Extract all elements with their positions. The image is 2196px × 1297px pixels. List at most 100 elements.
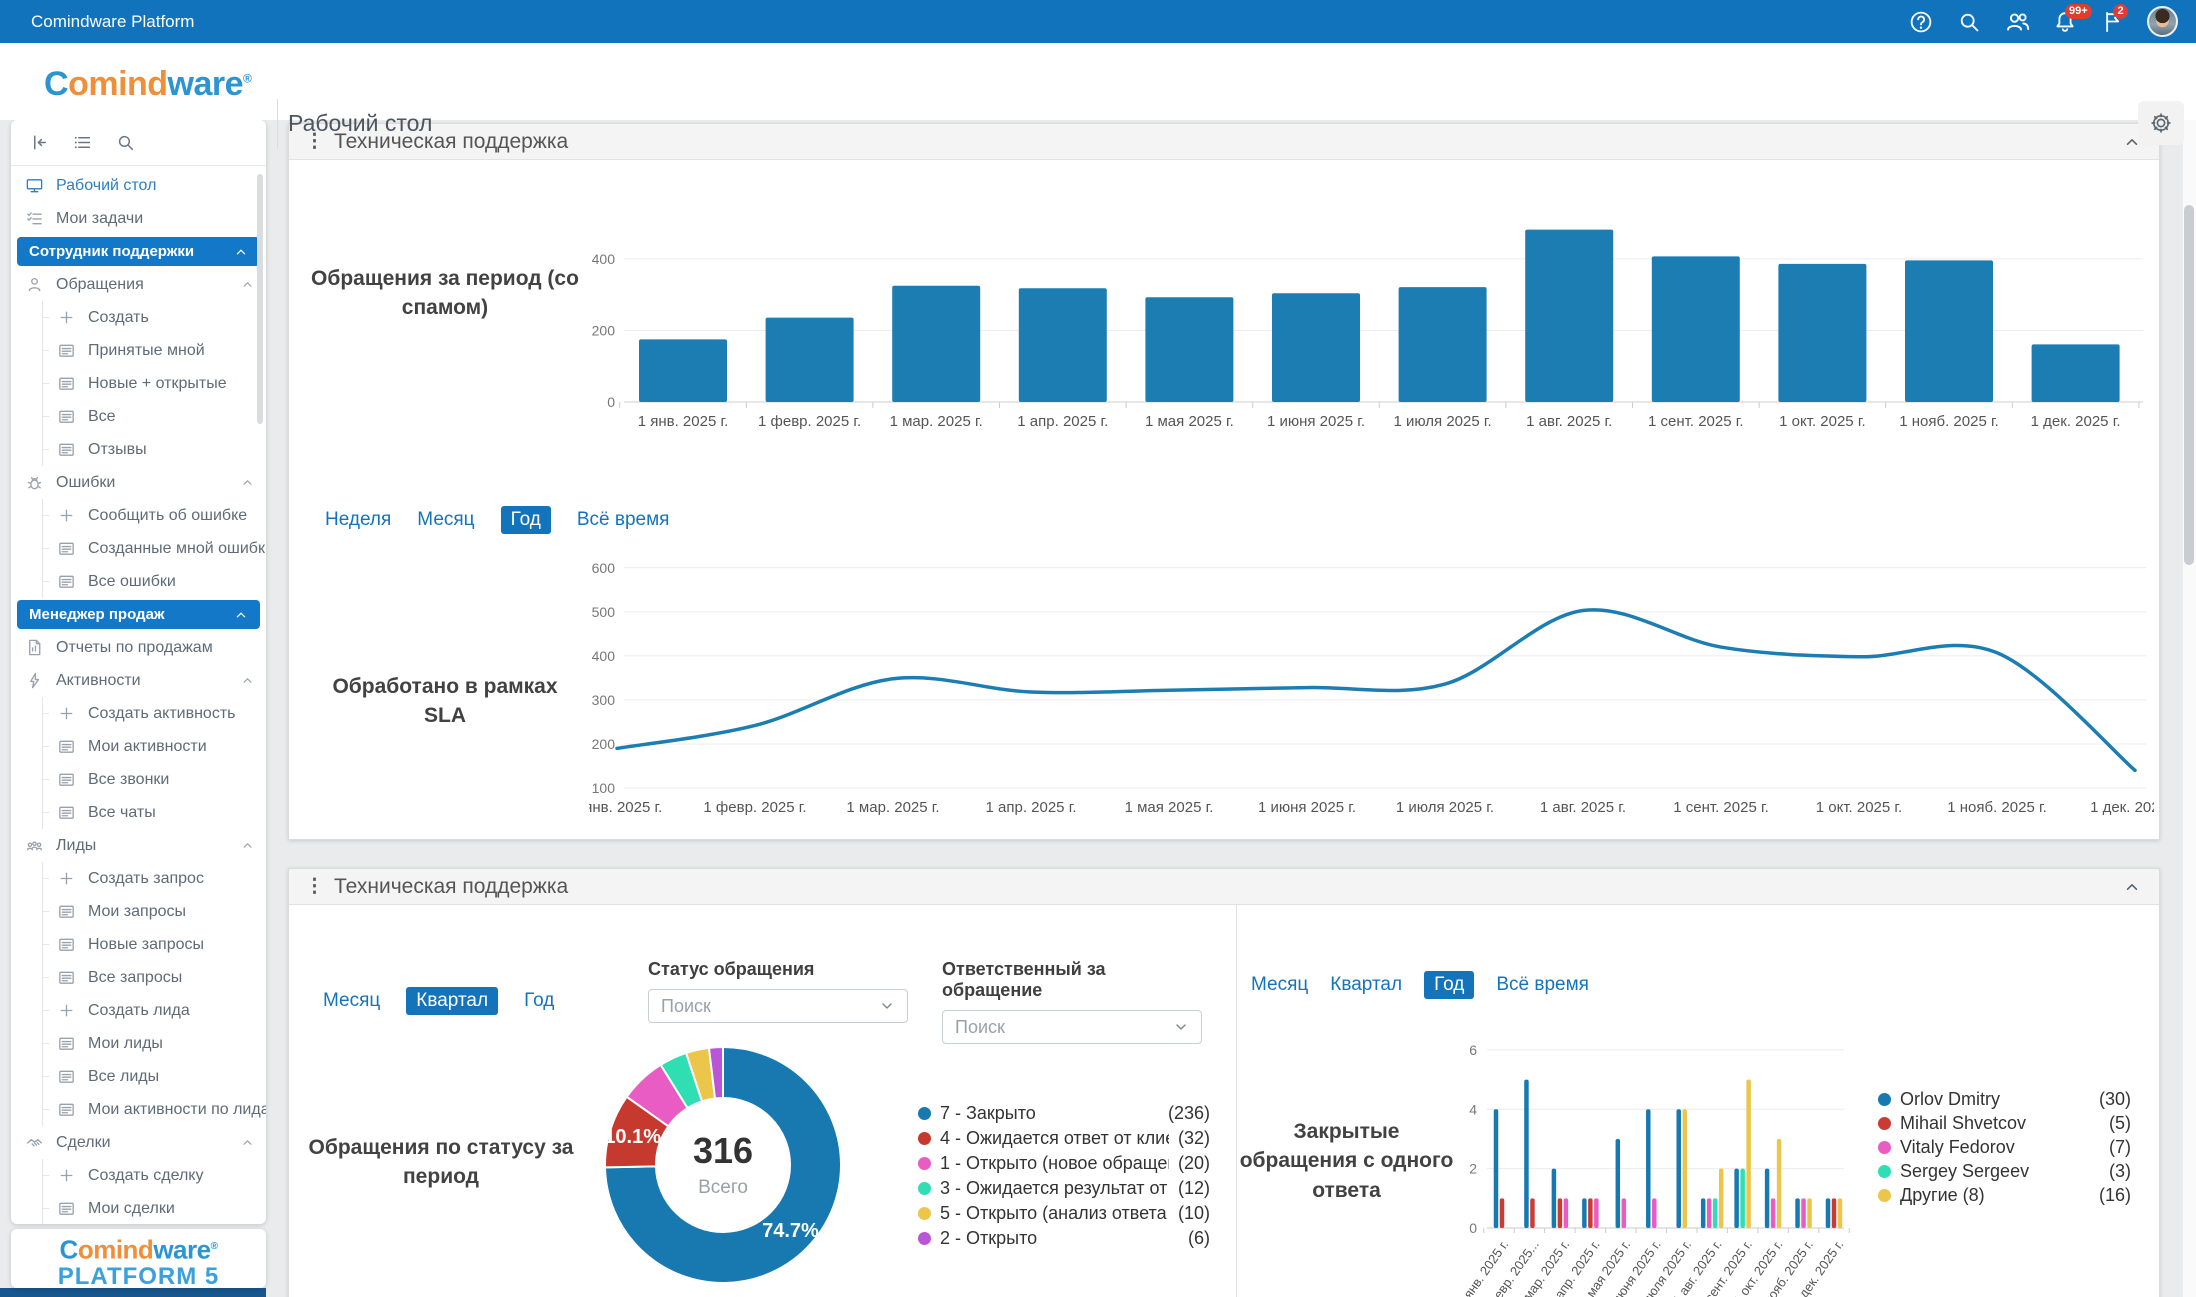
svg-text:1 апр. 2025 г.: 1 апр. 2025 г.	[986, 799, 1077, 816]
collapse-sidebar-icon[interactable]	[28, 132, 50, 154]
sidebar-child-item[interactable]: Новые + открытые	[11, 367, 266, 400]
legend-item[interactable]: 2 - Открыто(6)	[918, 1226, 1210, 1251]
sidebar-item[interactable]: Отчеты по продажам	[11, 631, 266, 664]
users-icon[interactable]	[2003, 8, 2031, 36]
sidebar-child-item[interactable]: Сообщить об ошибке	[11, 499, 266, 532]
svg-text:6: 6	[1469, 1042, 1477, 1058]
svg-text:1 мая 2025 г.: 1 мая 2025 г.	[1145, 413, 1234, 430]
owner-filter-select[interactable]: Поиск	[942, 1010, 1202, 1044]
sidebar-child-item[interactable]: Новые запросы	[11, 928, 266, 961]
sidebar-child-item[interactable]: Все запросы	[11, 961, 266, 994]
filter-option[interactable]: Год	[1424, 971, 1474, 999]
legend-item[interactable]: Sergey Sergeev(3)	[1878, 1159, 2131, 1183]
list-icon	[57, 572, 78, 591]
sidebar-child-item[interactable]: Создать	[11, 301, 266, 334]
filter-option[interactable]: Всё время	[577, 509, 670, 531]
filter-option[interactable]: Год	[524, 990, 554, 1012]
filter-option[interactable]: Месяц	[417, 509, 474, 531]
sidebar-scrollbar-thumb[interactable]	[257, 174, 263, 424]
sidebar-item-label: Активности	[56, 672, 141, 690]
legend-item[interactable]: 7 - Закрыто(236)	[918, 1101, 1210, 1126]
widget-header: ⋮ Техническая поддержка	[289, 869, 2159, 905]
plus-icon	[57, 1001, 78, 1020]
svg-text:1 июня 2025 г.: 1 июня 2025 г.	[1267, 413, 1365, 430]
sidebar-child-item[interactable]: Создать активность	[11, 697, 266, 730]
sidebar-item[interactable]: Мои задачи	[11, 202, 266, 235]
collapse-chevron-icon[interactable]	[2121, 876, 2143, 898]
legend-item[interactable]: 4 - Ожидается ответ от клиента(32)	[918, 1126, 1210, 1151]
user-avatar[interactable]	[2147, 6, 2178, 37]
sidebar-item[interactable]: Активности	[11, 664, 266, 697]
sidebar-child-item[interactable]: Принятые мной	[11, 334, 266, 367]
owner-filter: Ответственный за обращение Поиск	[942, 959, 1202, 1044]
sidebar-child-item[interactable]: Мои активности	[11, 730, 266, 763]
search-icon[interactable]	[1955, 8, 1983, 36]
sidebar-child-item[interactable]: Созданные мной ошибки	[11, 532, 266, 565]
sidebar-item-label: Новые + открытые	[88, 375, 227, 393]
scrollbar-thumb[interactable]	[2184, 205, 2194, 565]
svg-text:1 нояб. 2025 г.: 1 нояб. 2025 г.	[1899, 413, 1999, 430]
drag-handle-icon[interactable]: ⋮	[305, 877, 324, 896]
sidebar-search-icon[interactable]	[114, 132, 136, 154]
plus-icon	[57, 308, 78, 327]
legend-item[interactable]: Другие (8)(16)	[1878, 1183, 2131, 1207]
sidebar: Рабочий стол Мои задачи Сотрудник поддержк…	[11, 120, 266, 1224]
chevron-up-icon	[239, 276, 256, 293]
settings-gear-button[interactable]	[2138, 101, 2184, 145]
sidebar-item-label: Мои задачи	[56, 210, 143, 228]
filter-option[interactable]: Год	[501, 506, 551, 534]
sidebar-item-label: Все чаты	[88, 804, 156, 822]
list-icon	[57, 902, 78, 921]
filter-option[interactable]: Неделя	[325, 509, 391, 531]
sidebar-item[interactable]: Ошибки	[11, 466, 266, 499]
sidebar-child-item[interactable]: Все чаты	[11, 796, 266, 829]
sidebar-child-item[interactable]: Мои активности по лидам	[11, 1093, 266, 1126]
sidebar-child-item[interactable]: Мои сделки	[11, 1192, 266, 1224]
legend-color-dot	[918, 1107, 931, 1120]
legend-item[interactable]: 1 - Открыто (новое обращение)(20)	[918, 1151, 1210, 1176]
svg-text:316: 316	[693, 1130, 753, 1171]
notifications-bell-icon[interactable]: 99+	[2051, 8, 2079, 36]
chevron-up-icon	[239, 672, 256, 689]
legend-item[interactable]: 5 - Открыто (анализ ответа кли...(10)	[918, 1201, 1210, 1226]
plus-icon	[57, 704, 78, 723]
menu-list-icon[interactable]	[71, 132, 93, 154]
sidebar-child-item[interactable]: Создать сделку	[11, 1159, 266, 1192]
sidebar-child-item[interactable]: Все	[11, 400, 266, 433]
legend-item[interactable]: Mihail Shvetcov(5)	[1878, 1111, 2131, 1135]
sidebar-child-item[interactable]: Мои лиды	[11, 1027, 266, 1060]
sidebar-child-item[interactable]: Все звонки	[11, 763, 266, 796]
filter-option[interactable]: Квартал	[406, 987, 498, 1015]
sidebar-role-band[interactable]: Менеджер продаж	[11, 598, 266, 631]
sidebar-item-label: Сделки	[56, 1134, 111, 1152]
comindware-logo[interactable]: Comindware®	[44, 65, 251, 104]
sidebar-child-item[interactable]: Создать запрос	[11, 862, 266, 895]
flag-icon[interactable]: 2	[2099, 8, 2127, 36]
filter-option[interactable]: Месяц	[323, 990, 380, 1012]
sidebar-role-band[interactable]: Сотрудник поддержки	[11, 235, 266, 268]
period-filter-group: Месяц Квартал Год	[323, 987, 554, 1015]
line-chart-title: Обработано в рамках SLA	[309, 672, 581, 731]
legend-item[interactable]: Orlov Dmitry(30)	[1878, 1087, 2131, 1111]
plus-icon	[57, 1166, 78, 1185]
sidebar-item[interactable]: Обращения	[11, 268, 266, 301]
sidebar-child-item[interactable]: Все ошибки	[11, 565, 266, 598]
sidebar-child-item[interactable]: Мои запросы	[11, 895, 266, 928]
filter-option[interactable]: Квартал	[1330, 974, 1402, 996]
sidebar-child-item[interactable]: Отзывы	[11, 433, 266, 466]
status-filter-select[interactable]: Поиск	[648, 989, 908, 1023]
list-icon	[57, 770, 78, 789]
comindware-platform-app: Comindware Platform 99+ 2 Comindware® Ра…	[0, 0, 2196, 1297]
legend-item[interactable]: 3 - Ожидается результат от вну...(12)	[918, 1176, 1210, 1201]
filter-option[interactable]: Всё время	[1496, 974, 1589, 996]
legend-item[interactable]: Vitaly Fedorov(7)	[1878, 1135, 2131, 1159]
sidebar-item[interactable]: Сделки	[11, 1126, 266, 1159]
sidebar-child-item[interactable]: Создать лида	[11, 994, 266, 1027]
sidebar-item[interactable]: Лиды	[11, 829, 266, 862]
legend-color-dot	[1878, 1093, 1891, 1106]
help-icon[interactable]	[1907, 8, 1935, 36]
sidebar-item[interactable]: Рабочий стол	[11, 169, 266, 202]
bug-icon	[25, 473, 46, 492]
sidebar-child-item[interactable]: Все лиды	[11, 1060, 266, 1093]
filter-option[interactable]: Месяц	[1251, 974, 1308, 996]
